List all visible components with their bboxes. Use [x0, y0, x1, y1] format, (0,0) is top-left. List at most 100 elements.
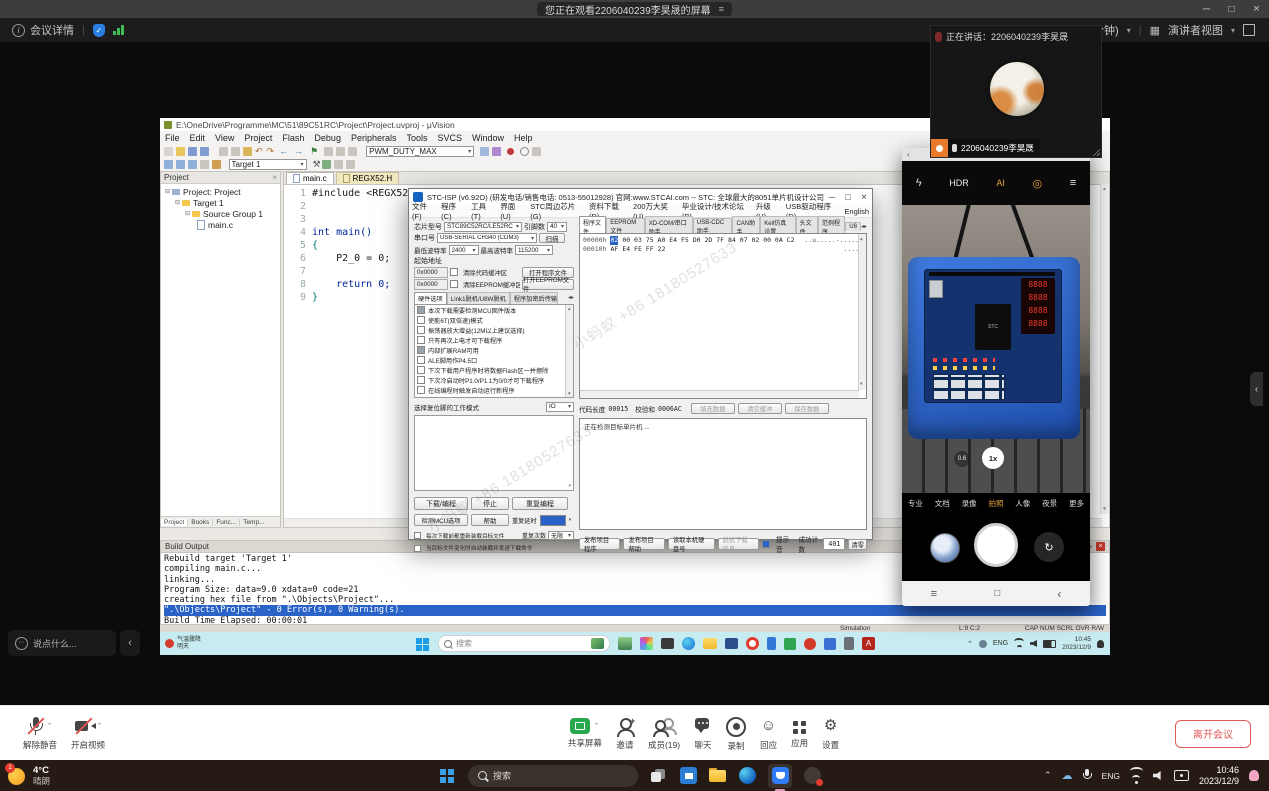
taskbar-app-acrobat[interactable]: A	[862, 637, 875, 650]
outdent-icon[interactable]	[336, 147, 345, 156]
onedrive-cloud-icon[interactable]: ☁	[1062, 769, 1073, 782]
taskbar-app-edge[interactable]	[682, 637, 695, 650]
shared-clock-date[interactable]: 2023/12/9	[1062, 644, 1091, 652]
video-options-chevron[interactable]: ⌃	[97, 722, 103, 730]
mic-options-chevron[interactable]: ⌃	[47, 722, 53, 730]
build-output-close-icon[interactable]: ×	[1096, 542, 1105, 551]
shared-volume-icon[interactable]	[1030, 640, 1037, 647]
news-headline[interactable]: 气温骤降	[177, 637, 201, 644]
close-button[interactable]: ×	[1244, 3, 1269, 15]
clock-date[interactable]: 2023/12/9	[1199, 776, 1239, 787]
menu-file[interactable]: File	[160, 133, 185, 143]
nav-home-icon[interactable]: □	[994, 588, 1000, 599]
mode-video[interactable]: 录像	[962, 498, 977, 509]
leave-meeting-button[interactable]: 离开会议	[1175, 720, 1251, 748]
nav-back-icon[interactable]: ‹	[1057, 587, 1061, 601]
serial-port-select[interactable]: USB-SERIAL CH340 (COM3)	[437, 233, 537, 243]
flash-icon[interactable]: ϟ	[916, 177, 922, 189]
stc-close-button[interactable]: ×	[856, 192, 872, 203]
network-signal-icon[interactable]	[113, 25, 124, 35]
option-row[interactable]: ALE脚用作P4.5口	[415, 355, 573, 365]
taskbar-search-box[interactable]: 搜索	[468, 765, 638, 787]
translate-icon[interactable]	[164, 160, 173, 169]
cut-icon[interactable]	[219, 147, 228, 156]
fullscreen-icon[interactable]	[1243, 24, 1255, 36]
tray-chevron-icon[interactable]: ⌃	[1044, 770, 1052, 781]
wifi-icon[interactable]	[1130, 767, 1143, 784]
open-eeprom-file-button[interactable]: 打开EEPROM文件	[522, 279, 574, 290]
tree-item-target[interactable]: ⊟Target 1	[161, 197, 280, 208]
edge-button[interactable]	[739, 767, 756, 784]
maximize-button[interactable]: □	[1219, 4, 1244, 15]
phone-back-icon[interactable]: ‹	[907, 150, 910, 159]
mode-more[interactable]: 更多	[1069, 498, 1084, 509]
reset-pin-mode-select[interactable]: IO	[546, 402, 574, 412]
taskbar-app-files-dark[interactable]	[661, 638, 674, 649]
file-extensions-icon[interactable]	[322, 160, 331, 169]
shutter-button[interactable]	[974, 523, 1018, 567]
taskbar-app-calculator[interactable]	[844, 637, 854, 650]
option-row[interactable]: 使能6T(双倍速)模式	[415, 315, 573, 325]
option-row[interactable]: 下次冷启动时P1.0/P1.1为0/0才可下载程序	[415, 375, 573, 385]
publish-help-button[interactable]: 发布项目帮助	[623, 538, 664, 550]
hdr-button[interactable]: HDR	[949, 178, 969, 188]
repeat-program-button[interactable]: 重复编程	[512, 497, 568, 510]
menu-tools[interactable]: Tools	[401, 133, 432, 143]
tab-project[interactable]: Project	[161, 519, 188, 526]
auto-reload-checkbox[interactable]	[414, 545, 421, 552]
binoculars-icon[interactable]	[492, 147, 501, 156]
zoom-1x-button[interactable]: 1x	[982, 447, 1004, 469]
batch-build-icon[interactable]	[200, 160, 209, 169]
invite-button[interactable]: + 邀请	[616, 716, 634, 751]
taskbar-app-phone-link[interactable]	[767, 637, 776, 650]
stc-maximize-button[interactable]: □	[840, 192, 856, 202]
beep-checkbox[interactable]	[762, 540, 770, 548]
shared-tray-lang[interactable]: ENG	[993, 640, 1008, 647]
taskbar-app-explorer[interactable]	[703, 638, 717, 649]
mode-portrait[interactable]: 人像	[1015, 498, 1030, 509]
flip-camera-button[interactable]: ↻	[1034, 532, 1064, 562]
target-combo[interactable]: Target 1	[229, 159, 307, 170]
comment-icon[interactable]	[348, 147, 357, 156]
mode-photo[interactable]: 拍照	[988, 498, 1003, 509]
taskbar-app-store[interactable]	[784, 638, 796, 650]
progress-color-swatch[interactable]	[540, 515, 566, 526]
repeat-count-select[interactable]: 无限	[548, 531, 574, 540]
option-row[interactable]: 只有再次上电才可下载程序	[415, 335, 573, 345]
stop-button[interactable]: 停止	[471, 497, 509, 510]
tab-encrypt-transfer[interactable]: 程序加密后传输	[510, 292, 558, 304]
share-options-chevron[interactable]: ⌃	[593, 722, 599, 730]
reactions-button[interactable]: ☺ 回应	[760, 716, 777, 751]
stc-menu-ui[interactable]: 界面(U)	[497, 201, 527, 221]
menu-flash[interactable]: Flash	[277, 133, 309, 143]
camera-viewfinder[interactable]: STC 8888888888888888 0.6 1x	[902, 205, 1090, 493]
clock-time[interactable]: 10:46	[1199, 765, 1239, 776]
stc-menu-program[interactable]: 程序(C)	[438, 201, 468, 221]
new-file-icon[interactable]	[164, 147, 173, 156]
hex-vscrollbar[interactable]: ▲▼	[858, 234, 866, 390]
taskbar-app-weather-widget[interactable]	[618, 637, 632, 650]
redo-icon[interactable]: ↷	[267, 146, 275, 157]
gallery-thumbnail[interactable]	[930, 533, 960, 563]
chat-input[interactable]: ⋯ 说点什么...	[8, 630, 116, 656]
apps-button[interactable]: 应用	[791, 718, 808, 749]
record-button[interactable]: 录制	[726, 716, 746, 752]
clear-code-checkbox[interactable]	[450, 268, 458, 276]
save-icon[interactable]	[188, 147, 197, 156]
news-icon[interactable]	[165, 639, 174, 648]
tab-hardware-options[interactable]: 硬件选项	[414, 292, 447, 304]
start-video-button[interactable]: ⌃ 开启视频	[71, 716, 105, 751]
menu-help[interactable]: Help	[509, 133, 538, 143]
chat-collapse-button[interactable]: ‹	[120, 630, 140, 656]
code-start-address[interactable]: 0x0000	[414, 267, 448, 278]
menu-peripherals[interactable]: Peripherals	[346, 133, 402, 143]
max-baud-select[interactable]: 115200	[515, 245, 553, 255]
zoom-0-6-button[interactable]: 0.6	[954, 451, 970, 467]
pen-touch-icon[interactable]	[1174, 770, 1189, 781]
hex-hscrollbar[interactable]	[580, 390, 859, 398]
menu-window[interactable]: Window	[467, 133, 509, 143]
mode-document[interactable]: 文档	[935, 498, 950, 509]
meeting-details-link[interactable]: 会议详情	[30, 22, 74, 38]
scan-ports-button[interactable]: 扫描	[539, 233, 565, 243]
shared-notification-icon[interactable]	[1097, 640, 1104, 648]
